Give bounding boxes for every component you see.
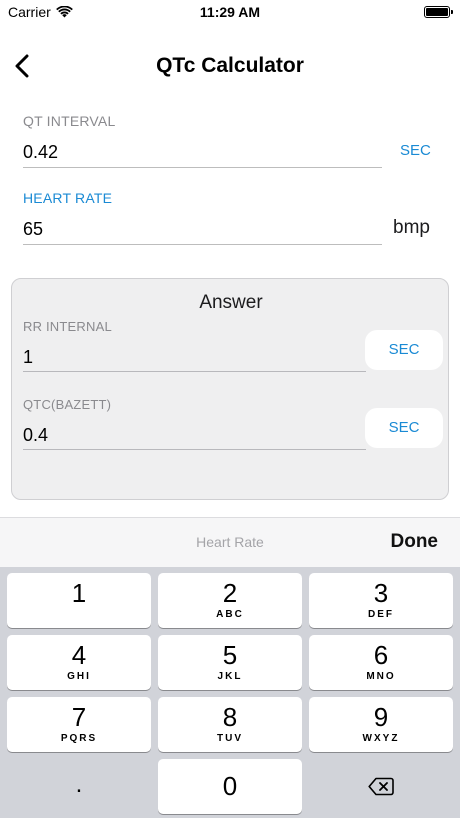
heart-rate-input[interactable] <box>23 215 382 245</box>
rr-interval-label: RR INTERNAL <box>23 319 112 334</box>
key-7-letters: PQRS <box>60 733 98 744</box>
key-7-number: 7 <box>71 702 87 732</box>
backspace-icon <box>368 777 394 796</box>
key-2-number: 2 <box>222 578 238 608</box>
keyboard-toolbar: Heart Rate Done <box>0 517 460 567</box>
key-0[interactable]: 0 <box>158 759 302 814</box>
key-9[interactable]: 9 WXYZ <box>309 697 453 752</box>
status-time: 11:29 AM <box>199 4 261 20</box>
qt-interval-label: QT INTERVAL <box>23 113 116 129</box>
key-6-letters: MNO <box>366 671 396 682</box>
heart-rate-label: HEART RATE <box>23 190 113 206</box>
key-decimal[interactable]: . <box>7 759 151 814</box>
key-5-number: 5 <box>222 640 238 670</box>
status-bar: Carrier 11:29 AM <box>0 0 460 26</box>
heart-rate-unit: bmp <box>393 217 430 238</box>
key-6-number: 6 <box>373 640 389 670</box>
key-5-letters: JKL <box>217 671 243 682</box>
qtc-bazett-label: QTC(BAZETT) <box>23 397 112 412</box>
key-3-number: 3 <box>373 578 389 608</box>
qtc-unit-button[interactable]: SEC <box>365 408 443 448</box>
rr-interval-value: 1 <box>23 342 366 372</box>
answer-title: Answer <box>199 292 263 313</box>
key-4-letters: GHI <box>67 671 91 682</box>
key-5[interactable]: 5 JKL <box>158 635 302 690</box>
numeric-keypad: 1 2 ABC 3 DEF 4 GHI 5 JKL 6 MNO 7 PQRS 8… <box>0 567 460 818</box>
key-0-number: 0 <box>222 771 238 801</box>
key-3-letters: DEF <box>368 609 394 620</box>
key-7[interactable]: 7 PQRS <box>7 697 151 752</box>
key-2-letters: ABC <box>216 609 244 620</box>
key-1[interactable]: 1 <box>7 573 151 628</box>
qt-interval-input[interactable] <box>23 138 382 168</box>
done-button[interactable]: Done <box>391 531 439 553</box>
key-1-number: 1 <box>71 578 87 608</box>
page-title: QTc Calculator <box>156 54 304 77</box>
key-8-number: 8 <box>222 702 238 732</box>
key-8[interactable]: 8 TUV <box>158 697 302 752</box>
battery-icon <box>424 6 453 18</box>
key-6[interactable]: 6 MNO <box>309 635 453 690</box>
key-4-number: 4 <box>71 640 87 670</box>
rr-unit-button[interactable]: SEC <box>365 330 443 370</box>
key-8-letters: TUV <box>217 733 243 744</box>
key-9-number: 9 <box>373 702 389 732</box>
qt-unit-button[interactable]: SEC <box>400 142 431 159</box>
answer-card: Answer RR INTERNAL 1 SEC QTC(BAZETT) 0.4… <box>11 278 449 500</box>
key-9-letters: WXYZ <box>362 733 400 744</box>
key-4[interactable]: 4 GHI <box>7 635 151 690</box>
key-3[interactable]: 3 DEF <box>309 573 453 628</box>
navigation-bar: QTc Calculator <box>0 44 460 88</box>
key-decimal-label: . <box>75 771 83 798</box>
key-2[interactable]: 2 ABC <box>158 573 302 628</box>
qtc-bazett-value: 0.4 <box>23 420 366 450</box>
key-delete[interactable] <box>309 759 453 814</box>
